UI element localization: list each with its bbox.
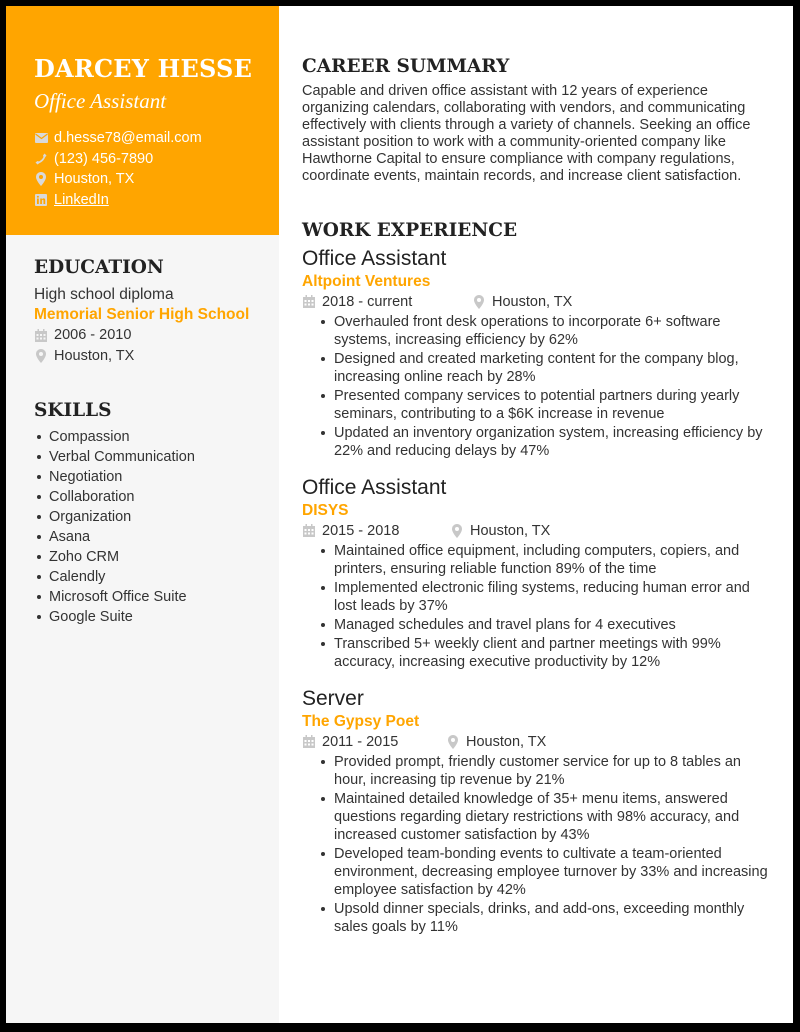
- main-content: CAREER SUMMARY Capable and driven office…: [302, 55, 772, 937]
- education-heading: EDUCATION: [34, 257, 164, 278]
- job-dates: 2015 - 2018: [322, 522, 400, 539]
- skill-item: Negotiation: [34, 467, 274, 487]
- education-school: Memorial Senior High School: [34, 306, 250, 323]
- contact-linkedin: LinkedIn: [34, 190, 279, 211]
- skill-item: Microsoft Office Suite: [34, 587, 274, 607]
- skills-heading: SKILLS: [34, 400, 112, 421]
- skill-item: Collaboration: [34, 487, 274, 507]
- map-pin-icon: [472, 294, 486, 309]
- job-entry: Server The Gypsy Poet 2011 - 2015 Housto…: [302, 686, 772, 936]
- job-bullet: Transcribed 5+ weekly client and partner…: [317, 635, 772, 671]
- linkedin-link[interactable]: LinkedIn: [54, 190, 109, 211]
- job-bullet: Presented company services to potential …: [317, 387, 772, 423]
- resume-page: DARCEY HESSE Office Assistant d.hesse78@…: [6, 6, 793, 1023]
- job-bullet: Overhauled front desk operations to inco…: [317, 313, 772, 349]
- job-company: Altpoint Ventures: [302, 272, 431, 290]
- email-text[interactable]: d.hesse78@email.com: [54, 128, 202, 149]
- job-location: Houston, TX: [472, 292, 572, 312]
- linkedin-icon: [34, 193, 48, 207]
- skill-item: Zoho CRM: [34, 547, 274, 567]
- skill-item: Calendly: [34, 567, 274, 587]
- skill-item: Verbal Communication: [34, 447, 274, 467]
- experience-heading: WORK EXPERIENCE: [302, 219, 518, 241]
- job-location: Houston, TX: [446, 732, 546, 752]
- calendar-icon: [302, 524, 316, 538]
- job-bullets: Provided prompt, friendly customer servi…: [317, 753, 772, 936]
- job-location-text: Houston, TX: [466, 733, 547, 750]
- contact-phone: (123) 456-7890: [34, 149, 279, 170]
- contact-email: d.hesse78@email.com: [34, 128, 279, 149]
- job-meta: 2011 - 2015 Houston, TX: [302, 732, 772, 752]
- map-pin-icon: [450, 523, 464, 538]
- summary-section: CAREER SUMMARY Capable and driven office…: [302, 55, 772, 186]
- phone-icon: [34, 152, 48, 166]
- education-dates-text: 2006 - 2010: [54, 327, 132, 343]
- calendar-icon: [302, 295, 316, 309]
- job-location-text: Houston, TX: [470, 522, 551, 539]
- sidebar-body: EDUCATION High school diploma Memorial S…: [34, 256, 274, 627]
- job-location: Houston, TX: [450, 521, 550, 541]
- job-title: Office Assistant: [302, 475, 447, 499]
- skill-item: Google Suite: [34, 607, 274, 627]
- contact-location: Houston, TX: [34, 169, 279, 190]
- job-bullet: Managed schedules and travel plans for 4…: [317, 616, 772, 634]
- education-location-text: Houston, TX: [54, 347, 135, 364]
- job-meta: 2018 - current Houston, TX: [302, 292, 772, 312]
- job-bullets: Maintained office equipment, including c…: [317, 542, 772, 671]
- phone-text[interactable]: (123) 456-7890: [54, 149, 153, 170]
- candidate-name: DARCEY HESSE: [34, 54, 253, 83]
- education-location: Houston, TX: [34, 346, 274, 367]
- job-bullet: Maintained office equipment, including c…: [317, 542, 772, 578]
- calendar-icon: [34, 328, 48, 342]
- job-bullet: Developed team-bonding events to cultiva…: [317, 845, 772, 899]
- location-text: Houston, TX: [54, 171, 135, 187]
- map-pin-icon: [446, 734, 460, 749]
- job-title: Server: [302, 686, 364, 710]
- summary-heading: CAREER SUMMARY: [302, 56, 510, 77]
- job-title: Office Assistant: [302, 246, 447, 270]
- map-pin-icon: [34, 348, 48, 363]
- skill-item: Asana: [34, 527, 274, 547]
- education-section: EDUCATION High school diploma Memorial S…: [34, 256, 274, 366]
- job-bullet: Maintained detailed knowledge of 35+ men…: [317, 790, 772, 844]
- education-degree: High school diploma: [34, 286, 174, 303]
- skill-item: Compassion: [34, 427, 274, 447]
- job-bullet: Designed and created marketing content f…: [317, 350, 772, 386]
- calendar-icon: [302, 735, 316, 749]
- job-bullets: Overhauled front desk operations to inco…: [317, 313, 772, 460]
- job-bullet: Upsold dinner specials, drinks, and add-…: [317, 900, 772, 936]
- header-box: DARCEY HESSE Office Assistant d.hesse78@…: [6, 6, 279, 235]
- job-bullet: Updated an inventory organization system…: [317, 424, 772, 460]
- experience-section: WORK EXPERIENCE Office Assistant Altpoin…: [302, 219, 772, 936]
- skill-item: Organization: [34, 507, 274, 527]
- job-bullet: Implemented electronic filing systems, r…: [317, 579, 772, 615]
- job-entry: Office Assistant Altpoint Ventures 2018 …: [302, 246, 772, 460]
- map-pin-icon: [34, 172, 48, 187]
- skills-section: SKILLS Compassion Verbal Communication N…: [34, 399, 274, 627]
- envelope-icon: [34, 131, 48, 145]
- education-dates: 2006 - 2010: [34, 325, 274, 346]
- job-location-text: Houston, TX: [492, 293, 573, 310]
- sidebar: DARCEY HESSE Office Assistant d.hesse78@…: [6, 6, 279, 1023]
- summary-text: Capable and driven office assistant with…: [302, 83, 751, 185]
- job-dates: 2011 - 2015: [322, 733, 399, 750]
- job-entry: Office Assistant DISYS 2015 - 2018 Houst…: [302, 475, 772, 671]
- skills-list: Compassion Verbal Communication Negotiat…: [34, 427, 274, 627]
- job-company: The Gypsy Poet: [302, 712, 420, 730]
- job-meta: 2015 - 2018 Houston, TX: [302, 521, 772, 541]
- job-bullet: Provided prompt, friendly customer servi…: [317, 753, 772, 789]
- contact-list: d.hesse78@email.com (123) 456-7890 Houst…: [34, 128, 279, 210]
- candidate-role: Office Assistant: [34, 89, 167, 113]
- job-company: DISYS: [302, 501, 349, 519]
- job-dates: 2018 - current: [322, 293, 413, 310]
